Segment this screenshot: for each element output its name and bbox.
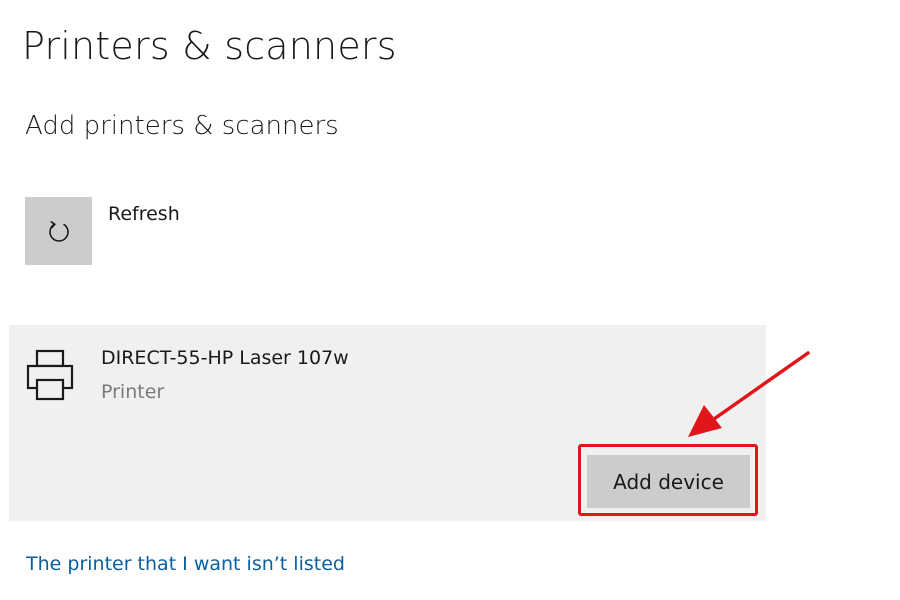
printer-not-listed-link[interactable]: The printer that I want isn’t listed: [26, 553, 345, 575]
refresh-label[interactable]: Refresh: [108, 203, 180, 225]
printer-icon: [26, 349, 74, 401]
add-device-button[interactable]: Add device: [587, 455, 750, 508]
device-name: DIRECT-55-HP Laser 107w: [101, 347, 349, 369]
device-type: Printer: [101, 381, 165, 403]
refresh-icon: [48, 220, 69, 242]
annotation-arrow-icon: [688, 351, 810, 437]
section-title: Add printers & scanners: [25, 111, 339, 141]
settings-page: Printers & scanners Add printers & scann…: [0, 0, 900, 600]
refresh-button[interactable]: [25, 197, 92, 265]
page-title: Printers & scanners: [22, 24, 397, 68]
